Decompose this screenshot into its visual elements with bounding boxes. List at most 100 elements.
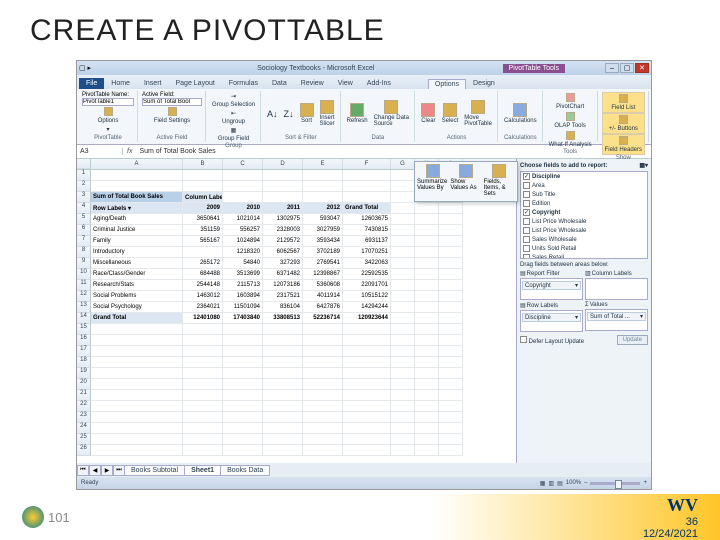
fields-items-button[interactable]: Fields, Items, & Sets xyxy=(484,164,515,197)
window-title: Sociology Textbooks - Microsoft Excel xyxy=(129,65,503,72)
change-source-button[interactable]: Change Data Source xyxy=(372,99,412,128)
sort-za-button[interactable]: Z↓ xyxy=(282,108,296,120)
tab-nav-next[interactable]: ▶ xyxy=(101,465,113,476)
group-selection-button[interactable]: ⇥ Group Selection xyxy=(210,92,257,109)
whatif-button[interactable]: What-If Analysis xyxy=(547,130,594,149)
ribbon-group-actions: Clear Select Move PivotTable Actions xyxy=(416,91,498,142)
tab-nav-prev[interactable]: ◀ xyxy=(89,465,101,476)
update-button[interactable]: Update xyxy=(617,335,648,345)
colheader[interactable]: A xyxy=(91,159,183,169)
tab-options[interactable]: Options xyxy=(428,79,466,89)
sheet-tab-bar: ⏮ ◀ ▶ ⏭ Books Subtotal Sheet1 Books Data xyxy=(77,463,651,477)
cell-grid[interactable]: 123Sum of Total Book SalesColumn Labels … xyxy=(77,170,516,456)
sheet-tab[interactable]: Sheet1 xyxy=(184,465,221,476)
tab-home[interactable]: Home xyxy=(104,78,137,89)
defer-checkbox[interactable]: Defer Layout Update xyxy=(520,336,584,345)
zoom-slider[interactable] xyxy=(590,482,640,485)
tab-review[interactable]: Review xyxy=(294,78,331,89)
colheader[interactable]: E xyxy=(303,159,343,169)
row-chip[interactable]: Discipline▾ xyxy=(522,313,581,322)
field-list-toggle[interactable]: Field List xyxy=(602,92,645,113)
ribbon-group-show: Field List +/- Buttons Field Headers Sho… xyxy=(599,91,649,142)
field-settings-button[interactable]: Field Settings xyxy=(142,106,202,125)
group-name: Sort & Filter xyxy=(265,135,337,141)
field-item[interactable]: Units Sold Retail xyxy=(521,244,647,253)
buttons-toggle[interactable]: +/- Buttons xyxy=(602,113,645,134)
field-item[interactable]: Sales Wholesale xyxy=(521,235,647,244)
field-item[interactable]: Sales Retail xyxy=(521,253,647,259)
formula-input[interactable]: Sum of Total Book Sales xyxy=(136,148,651,155)
insert-slicer-button[interactable]: Insert Slicer xyxy=(318,99,337,128)
colheader[interactable]: C xyxy=(223,159,263,169)
layout-icon[interactable]: ▦▾ xyxy=(639,162,648,169)
filter-chip[interactable]: Copyright▾ xyxy=(522,281,581,290)
view-break-icon[interactable]: ▤ xyxy=(557,480,563,487)
ribbon-group-data: Refresh Change Data Source Data xyxy=(342,91,416,142)
field-item[interactable]: Sub Title xyxy=(521,190,647,199)
field-item[interactable]: List Price Wholesale xyxy=(521,217,647,226)
view-normal-icon[interactable]: ▦ xyxy=(540,480,546,487)
close-button[interactable]: ✕ xyxy=(635,63,649,73)
tab-data[interactable]: Data xyxy=(265,78,294,89)
clear-button[interactable]: Clear xyxy=(419,102,437,125)
select-icon xyxy=(443,103,457,117)
field-item[interactable]: ✓Copyright xyxy=(521,208,647,217)
report-filter-area[interactable]: ▤Report Filter Copyright▾ xyxy=(520,270,583,300)
group-field-button[interactable]: ▦ Group Field xyxy=(210,126,257,143)
tab-insert[interactable]: Insert xyxy=(137,78,169,89)
tab-nav-first[interactable]: ⏮ xyxy=(77,465,89,476)
tab-formulas[interactable]: Formulas xyxy=(222,78,265,89)
field-item[interactable]: ✓Discipline xyxy=(521,172,647,181)
sort-button[interactable]: Sort xyxy=(298,102,316,125)
field-item[interactable]: List Price Wholesale xyxy=(521,226,647,235)
colheader[interactable]: F xyxy=(343,159,391,169)
tab-view[interactable]: View xyxy=(331,78,360,89)
zoom-in-button[interactable]: + xyxy=(643,480,647,486)
tab-design[interactable]: Design xyxy=(466,78,502,89)
zoom-level[interactable]: 100% xyxy=(566,480,581,486)
value-chip[interactable]: Sum of Total ...▾ xyxy=(587,312,646,321)
field-list[interactable]: ✓DisciplineAreaSub TitleEdition✓Copyrigh… xyxy=(520,171,648,259)
maximize-button[interactable]: ▢ xyxy=(620,63,634,73)
values-area[interactable]: ΣValues Sum of Total ...▾ xyxy=(585,302,648,332)
ungroup-button[interactable]: ⇤ Ungroup xyxy=(210,109,257,126)
zoom-out-button[interactable]: – xyxy=(584,480,587,486)
tab-page-layout[interactable]: Page Layout xyxy=(168,78,221,89)
refresh-button[interactable]: Refresh xyxy=(345,102,370,125)
minimize-button[interactable]: – xyxy=(605,63,619,73)
workbook-body: A B C D E F G H I 123Sum of Total Book S… xyxy=(77,159,651,463)
sort-az-button[interactable]: A↓ xyxy=(265,108,280,120)
show-values-button[interactable]: Show Values As xyxy=(450,164,481,197)
calculations-button[interactable]: Calculations xyxy=(502,102,539,125)
pivottable-name-input[interactable] xyxy=(82,98,134,106)
qat[interactable]: ▢ ▸ xyxy=(79,64,129,72)
summarize-button[interactable]: Summarize Values By xyxy=(417,164,448,197)
field-item[interactable]: Area xyxy=(521,181,647,190)
course-logo: 101 xyxy=(22,506,70,528)
pivotchart-button[interactable]: PivotChart xyxy=(547,92,594,111)
sheet-tab[interactable]: Books Data xyxy=(220,465,270,476)
olap-button[interactable]: OLAP Tools xyxy=(547,111,594,130)
colheader[interactable]: D xyxy=(263,159,303,169)
select-button[interactable]: Select xyxy=(440,102,461,125)
column-labels-area[interactable]: ▥Column Labels xyxy=(585,270,648,300)
tab-addins[interactable]: Add-Ins xyxy=(360,78,398,89)
name-box[interactable]: A3 xyxy=(77,148,123,155)
worksheet[interactable]: A B C D E F G H I 123Sum of Total Book S… xyxy=(77,159,516,463)
active-field-input[interactable] xyxy=(142,98,202,106)
ribbon-tabs: File Home Insert Page Layout Formulas Da… xyxy=(77,75,651,89)
colheader[interactable]: G xyxy=(391,159,415,169)
options-button[interactable]: Options ▾ xyxy=(82,106,134,134)
select-all-corner[interactable] xyxy=(77,159,91,169)
view-layout-icon[interactable]: ▥ xyxy=(548,480,554,487)
row-labels-area[interactable]: ▤Row Labels Discipline▾ xyxy=(520,302,583,332)
tab-file[interactable]: File xyxy=(79,78,104,89)
calc-icon xyxy=(513,103,527,117)
ribbon-group-group: ⇥ Group Selection ⇤ Ungroup ▦ Group Fiel… xyxy=(207,91,261,142)
colheader[interactable]: B xyxy=(183,159,223,169)
fx-icon[interactable]: fx xyxy=(123,148,136,155)
move-button[interactable]: Move PivotTable xyxy=(462,99,494,128)
ribbon-group-calc: Calculations Calculations xyxy=(499,91,543,142)
sheet-tab[interactable]: Books Subtotal xyxy=(124,465,185,476)
field-item[interactable]: Edition xyxy=(521,199,647,208)
